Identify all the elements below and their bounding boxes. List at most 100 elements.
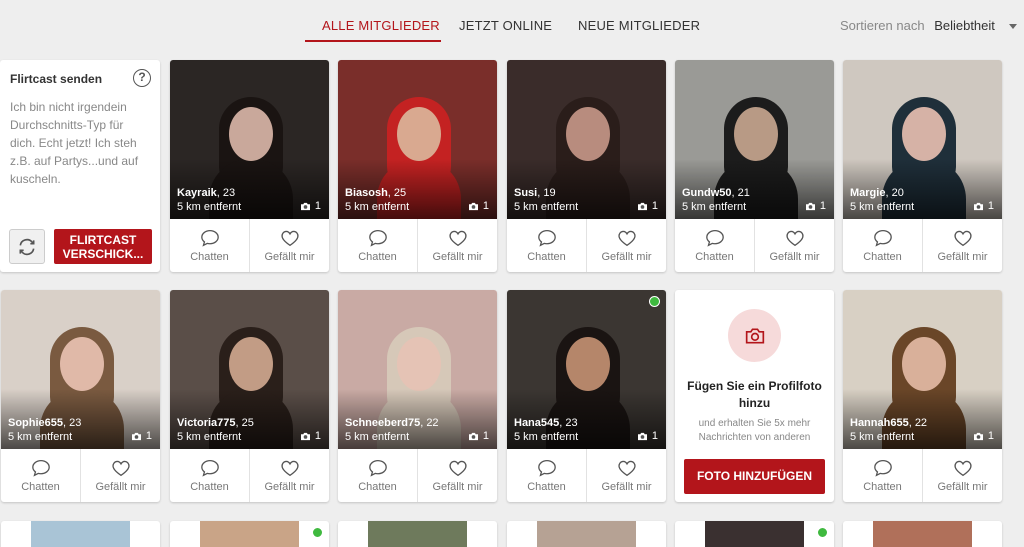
photo-count-icon xyxy=(973,432,983,440)
online-indicator xyxy=(312,527,323,538)
chat-button[interactable]: Chatten xyxy=(507,449,586,502)
profile-card[interactable]: Schneeberd75, 22 5 km entfernt 1 Chatten Gef… xyxy=(338,290,497,502)
profile-distance: 5 km entfernt xyxy=(345,431,410,443)
chat-button[interactable]: Chatten xyxy=(170,449,249,502)
profile-actions: Chatten Gefällt mir xyxy=(675,219,834,272)
profile-card-partial[interactable] xyxy=(338,521,497,547)
profile-card[interactable]: Biasosh, 25 5 km entfernt 1 Chatten Gefällt … xyxy=(338,60,497,272)
profile-name: Susi, 19 xyxy=(514,187,556,199)
profile-card[interactable]: Hannah655, 22 5 km entfernt 1 Chatten Gefäll… xyxy=(843,290,1002,502)
profile-name: Kayraik, 23 xyxy=(177,187,236,199)
like-button[interactable]: Gefällt mir xyxy=(922,219,1002,272)
heart-icon xyxy=(111,460,130,476)
heart-icon xyxy=(280,460,299,476)
profile-card-partial[interactable] xyxy=(1,521,160,547)
like-button[interactable]: Gefällt mir xyxy=(417,449,497,502)
like-button[interactable]: Gefällt mir xyxy=(80,449,160,502)
tab-alle-mitglieder[interactable]: ALLE MITGLIEDER xyxy=(322,18,440,33)
profile-card[interactable]: Gundw50, 21 5 km entfernt 1 Chatten Gefällt … xyxy=(675,60,834,272)
like-button[interactable]: Gefällt mir xyxy=(922,449,1002,502)
heart-icon xyxy=(617,230,636,246)
profile-card[interactable]: Kayraik, 23 5 km entfernt 1 Chatten Gefällt … xyxy=(170,60,329,272)
photo-count-icon xyxy=(973,202,983,210)
chat-button[interactable]: Chatten xyxy=(843,219,922,272)
sort-dropdown[interactable]: Sortieren nach Beliebtheit xyxy=(840,18,1017,33)
like-button[interactable]: Gefällt mir xyxy=(586,219,666,272)
chat-icon xyxy=(368,229,387,247)
flirtcast-button-line1: FLIRTCAST xyxy=(69,233,137,247)
send-flirtcast-button[interactable]: FLIRTCAST VERSCHICK... xyxy=(54,229,152,264)
add-photo-title: Fügen Sie ein Profilfoto hinzu xyxy=(687,379,822,410)
profile-photo[interactable]: Sophie655, 23 5 km entfernt 1 xyxy=(1,290,160,449)
chat-icon xyxy=(200,459,219,477)
sort-label: Sortieren nach xyxy=(840,18,925,33)
like-button[interactable]: Gefällt mir xyxy=(586,449,666,502)
profile-name: Hannah655, 22 xyxy=(850,417,928,429)
photo-count-icon xyxy=(637,432,647,440)
chat-button[interactable]: Chatten xyxy=(675,219,754,272)
photo-count: 1 xyxy=(468,430,489,442)
photo-count-icon xyxy=(300,432,310,440)
profile-card[interactable]: Victoria775, 25 5 km entfernt 1 Chatten Gefä… xyxy=(170,290,329,502)
profile-distance: 5 km entfernt xyxy=(850,431,915,443)
profile-photo[interactable]: Margie, 20 5 km entfernt 1 xyxy=(843,60,1002,219)
profile-actions: Chatten Gefällt mir xyxy=(507,219,666,272)
camera-icon xyxy=(745,328,764,343)
heart-icon xyxy=(953,460,972,476)
profile-card-partial[interactable] xyxy=(170,521,329,547)
profile-photo[interactable]: Hannah655, 22 5 km entfernt 1 xyxy=(843,290,1002,449)
chat-button[interactable]: Chatten xyxy=(1,449,80,502)
profile-name: Schneeberd75, 22 xyxy=(345,417,439,429)
profile-actions: Chatten Gefällt mir xyxy=(170,449,329,502)
online-indicator xyxy=(649,296,660,307)
profile-actions: Chatten Gefällt mir xyxy=(843,219,1002,272)
like-button[interactable]: Gefällt mir xyxy=(249,219,329,272)
like-button[interactable]: Gefällt mir xyxy=(249,449,329,502)
profile-photo[interactable]: Biasosh, 25 5 km entfernt 1 xyxy=(338,60,497,219)
heart-icon xyxy=(280,230,299,246)
profile-card[interactable]: Margie, 20 5 km entfernt 1 Chatten Gefällt m… xyxy=(843,60,1002,272)
chat-icon xyxy=(368,459,387,477)
profile-distance: 5 km entfernt xyxy=(514,201,579,213)
profile-card-partial[interactable] xyxy=(507,521,666,547)
profile-name: Gundw50, 21 xyxy=(682,187,750,199)
profile-card[interactable]: Sophie655, 23 5 km entfernt 1 Chatten Gefäll… xyxy=(1,290,160,502)
heart-icon xyxy=(448,230,467,246)
chat-button[interactable]: Chatten xyxy=(170,219,249,272)
tab-neue-mitglieder[interactable]: NEUE MITGLIEDER xyxy=(578,18,700,33)
photo-count-icon xyxy=(637,202,647,210)
chat-button[interactable]: Chatten xyxy=(843,449,922,502)
flirtcast-card: Flirtcast senden ? Ich bin nicht irgende… xyxy=(0,60,160,272)
profile-name: Hana545, 23 xyxy=(514,417,578,429)
chat-icon xyxy=(705,229,724,247)
sort-value: Beliebtheit xyxy=(934,18,995,33)
profile-photo[interactable]: Susi, 19 5 km entfernt 1 xyxy=(507,60,666,219)
chat-button[interactable]: Chatten xyxy=(338,219,417,272)
profile-card-partial[interactable] xyxy=(675,521,834,547)
chat-button[interactable]: Chatten xyxy=(507,219,586,272)
chat-icon xyxy=(873,229,892,247)
help-icon[interactable]: ? xyxy=(133,69,151,87)
chat-icon xyxy=(200,229,219,247)
photo-count: 1 xyxy=(973,430,994,442)
profile-card-partial[interactable] xyxy=(843,521,1002,547)
tab-jetzt-online[interactable]: JETZT ONLINE xyxy=(459,18,552,33)
profile-card[interactable]: Susi, 19 5 km entfernt 1 Chatten Gefällt mir xyxy=(507,60,666,272)
profile-photo[interactable]: Gundw50, 21 5 km entfernt 1 xyxy=(675,60,834,219)
add-photo-button[interactable]: FOTO HINZUFÜGEN xyxy=(684,459,825,494)
chat-button[interactable]: Chatten xyxy=(338,449,417,502)
profile-actions: Chatten Gefällt mir xyxy=(1,449,160,502)
profile-photo[interactable]: Schneeberd75, 22 5 km entfernt 1 xyxy=(338,290,497,449)
profile-distance: 5 km entfernt xyxy=(177,431,242,443)
heart-icon xyxy=(785,230,804,246)
profile-photo[interactable]: Victoria775, 25 5 km entfernt 1 xyxy=(170,290,329,449)
like-button[interactable]: Gefällt mir xyxy=(417,219,497,272)
heart-icon xyxy=(617,460,636,476)
like-button[interactable]: Gefällt mir xyxy=(754,219,834,272)
add-photo-circle[interactable] xyxy=(728,309,781,362)
refresh-button[interactable] xyxy=(9,229,45,264)
profile-name: Margie, 20 xyxy=(850,187,904,199)
profile-photo[interactable]: Kayraik, 23 5 km entfernt 1 xyxy=(170,60,329,219)
profile-photo[interactable]: Hana545, 23 5 km entfernt 1 xyxy=(507,290,666,449)
profile-card[interactable]: Hana545, 23 5 km entfernt 1 Chatten Gefällt … xyxy=(507,290,666,502)
